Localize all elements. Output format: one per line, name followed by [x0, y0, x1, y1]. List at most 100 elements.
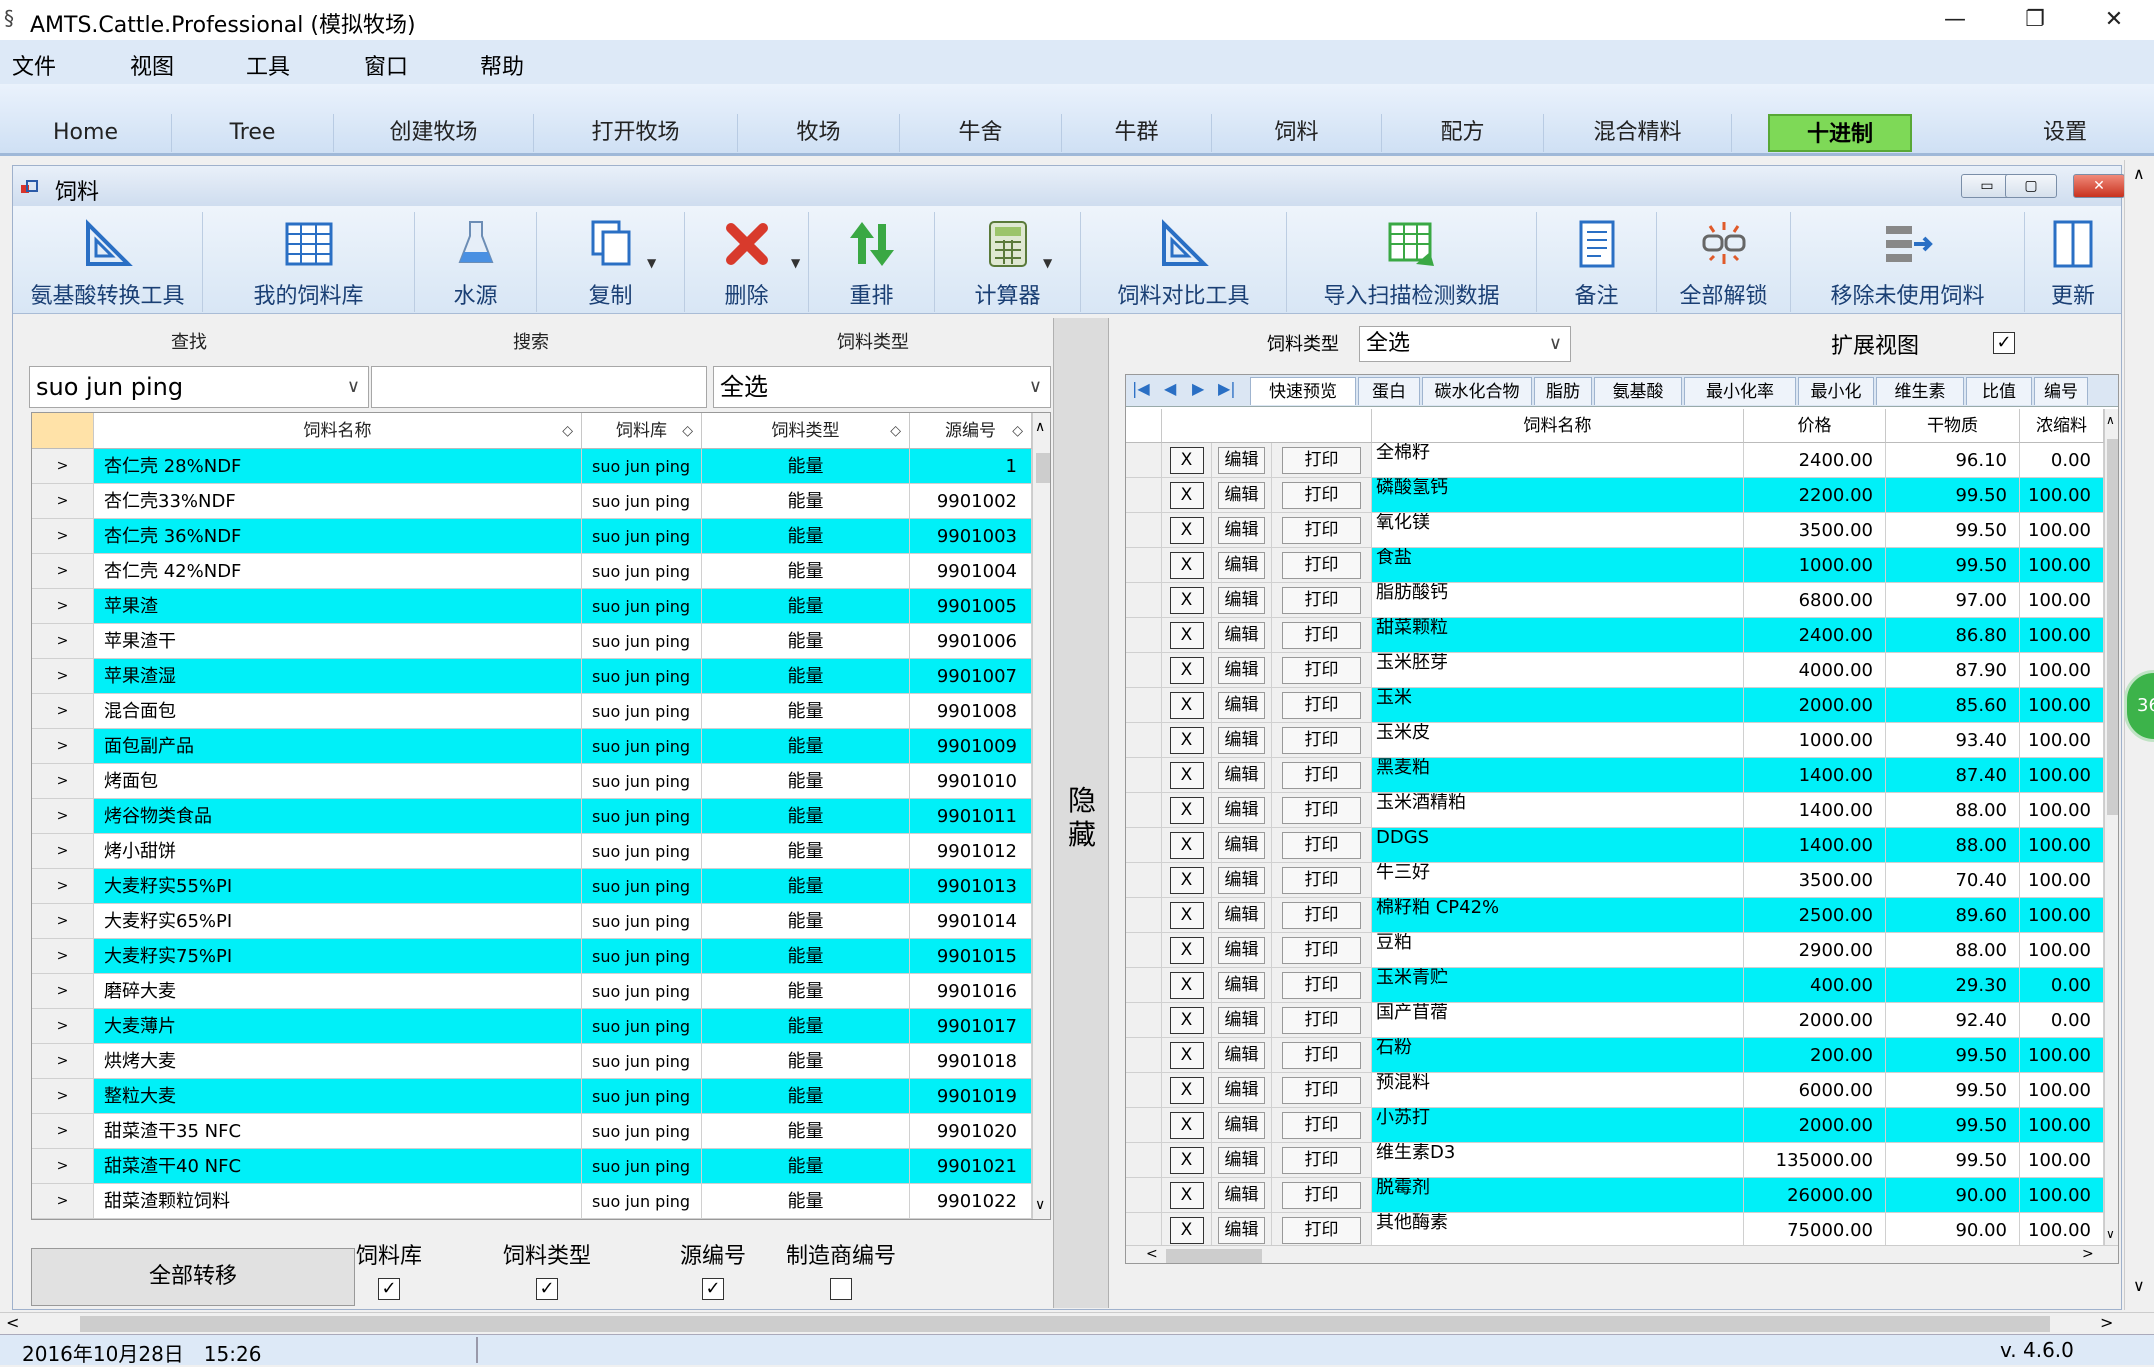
extended-view-checkbox[interactable]: ✓ [1993, 332, 2015, 354]
row-expand-button[interactable]: > [32, 659, 94, 694]
print-button[interactable]: 打印 [1272, 1108, 1372, 1143]
remove-row-button[interactable]: X [1162, 548, 1212, 583]
option-checkbox[interactable]: ✓ [536, 1278, 558, 1300]
right-grid-vscroll[interactable]: ∧ ∨ [2104, 409, 2118, 1245]
row-expand-button[interactable]: > [32, 519, 94, 554]
print-button[interactable]: 打印 [1272, 828, 1372, 863]
remove-row-button[interactable]: X [1162, 898, 1212, 933]
nav-tab-home[interactable]: Home [0, 114, 172, 152]
row-expand-button[interactable]: > [32, 729, 94, 764]
col-header-library[interactable]: 饲料库 ◇ [582, 413, 702, 449]
row-expand-button[interactable]: > [32, 974, 94, 1009]
remove-unused-feed-button[interactable]: 移除未使用饲料 [1791, 212, 2025, 312]
remove-row-button[interactable]: X [1162, 1073, 1212, 1108]
search-input[interactable] [371, 366, 707, 408]
row-expand-button[interactable]: > [32, 764, 94, 799]
nav-tab-tree[interactable]: Tree [172, 114, 334, 152]
col-header-feed-name[interactable]: 饲料名称 ◇ [94, 413, 582, 449]
edit-button[interactable]: 编辑 [1212, 898, 1272, 933]
table-row[interactable]: X 编辑 打印 预混料 6000.00 99.50 100.00 [1126, 1073, 2104, 1108]
remove-row-button[interactable]: X [1162, 1003, 1212, 1038]
table-row[interactable]: X 编辑 打印 维生素D3 135000.00 99.50 100.00 [1126, 1143, 2104, 1178]
scroll-thumb[interactable] [1036, 453, 1050, 483]
print-button[interactable]: 打印 [1272, 1073, 1372, 1108]
nav-prev-icon[interactable]: ◀ [1164, 379, 1176, 398]
find-combo[interactable]: suo jun ping ∨ [29, 366, 369, 408]
remove-row-button[interactable]: X [1162, 1213, 1212, 1248]
remove-row-button[interactable]: X [1162, 1143, 1212, 1178]
print-button[interactable]: 打印 [1272, 1178, 1372, 1213]
remove-row-button[interactable]: X [1162, 583, 1212, 618]
edit-button[interactable]: 编辑 [1212, 758, 1272, 793]
print-button[interactable]: 打印 [1272, 1213, 1372, 1248]
table-row[interactable]: X 编辑 打印 食盐 1000.00 99.50 100.00 [1126, 548, 2104, 583]
grid-tab[interactable]: 维生素 [1876, 377, 1964, 405]
child-restore-button[interactable]: ▢ [2005, 174, 2057, 198]
col-header-price[interactable]: 价格 [1744, 409, 1886, 443]
row-expand-button[interactable]: > [32, 1149, 94, 1184]
nav-tab-open-farm[interactable]: 打开牧场 [534, 114, 738, 152]
table-row[interactable]: X 编辑 打印 玉米 2000.00 85.60 100.00 [1126, 688, 2104, 723]
row-expand-button[interactable]: > [32, 554, 94, 589]
remove-row-button[interactable]: X [1162, 513, 1212, 548]
row-expand-button[interactable]: > [32, 1009, 94, 1044]
grid-tab[interactable]: 编号 [2034, 377, 2088, 405]
row-expand-button[interactable]: > [32, 694, 94, 729]
print-button[interactable]: 打印 [1272, 583, 1372, 618]
option-checkbox[interactable]: ✓ [378, 1278, 400, 1300]
table-row[interactable]: > 杏仁壳 36%NDF suo jun ping 能量 9901003 [32, 519, 1032, 554]
edit-button[interactable]: 编辑 [1212, 1178, 1272, 1213]
table-row[interactable]: > 甜菜渣干35 NFC suo jun ping 能量 9901020 [32, 1114, 1032, 1149]
transfer-all-button[interactable]: 全部转移 [31, 1248, 355, 1306]
nav-tab-formula[interactable]: 配方 [1382, 114, 1544, 152]
table-row[interactable]: > 大麦薄片 suo jun ping 能量 9901017 [32, 1009, 1032, 1044]
table-row[interactable]: X 编辑 打印 豆粕 2900.00 88.00 100.00 [1126, 933, 2104, 968]
remove-row-button[interactable]: X [1162, 653, 1212, 688]
option-checkbox[interactable]: ✓ [702, 1278, 724, 1300]
row-expand-button[interactable]: > [32, 904, 94, 939]
remove-row-button[interactable]: X [1162, 968, 1212, 1003]
child-close-button[interactable]: ✕ [2073, 174, 2125, 198]
edit-button[interactable]: 编辑 [1212, 933, 1272, 968]
grid-tab[interactable]: 最小化率 [1684, 377, 1796, 405]
calculator-dropdown-icon[interactable]: ▼ [1043, 256, 1052, 270]
row-expand-button[interactable]: > [32, 939, 94, 974]
table-row[interactable]: X 编辑 打印 甜菜颗粒 2400.00 86.80 100.00 [1126, 618, 2104, 653]
table-row[interactable]: > 杏仁壳 42%NDF suo jun ping 能量 9901004 [32, 554, 1032, 589]
nav-tab-farm[interactable]: 牧场 [738, 114, 900, 152]
table-row[interactable]: X 编辑 打印 脱霉剂 26000.00 90.00 100.00 [1126, 1178, 2104, 1213]
print-button[interactable]: 打印 [1272, 513, 1372, 548]
table-row[interactable]: X 编辑 打印 国产苜蓿 2000.00 92.40 0.00 [1126, 1003, 2104, 1038]
minimize-button[interactable]: — [1925, 0, 1985, 40]
delete-button[interactable]: 删除 ▼ [685, 212, 809, 312]
table-row[interactable]: X 编辑 打印 黑麦粕 1400.00 87.40 100.00 [1126, 758, 2104, 793]
table-row[interactable]: > 磨碎大麦 suo jun ping 能量 9901016 [32, 974, 1032, 1009]
window-hscroll[interactable]: < > [0, 1312, 2154, 1334]
row-expand-button[interactable]: > [32, 1114, 94, 1149]
nav-next-icon[interactable]: ▶ [1192, 379, 1204, 398]
table-row[interactable]: > 杏仁壳 28%NDF suo jun ping 能量 1 [32, 449, 1032, 484]
copy-dropdown-icon[interactable]: ▼ [647, 256, 656, 270]
right-type-combo[interactable]: 全选 ∨ [1359, 326, 1571, 362]
water-source-button[interactable]: 水源 [415, 212, 537, 312]
close-button[interactable]: ✕ [2084, 0, 2144, 40]
table-row[interactable]: > 烤谷物类食品 suo jun ping 能量 9901011 [32, 799, 1032, 834]
copy-button[interactable]: 复制 ▼ [537, 212, 685, 312]
grid-tab[interactable]: 蛋白 [1358, 377, 1420, 405]
grid-tab[interactable]: 脂肪 [1534, 377, 1592, 405]
edit-button[interactable]: 编辑 [1212, 1213, 1272, 1248]
edit-button[interactable]: 编辑 [1212, 1038, 1272, 1073]
table-row[interactable]: > 整粒大麦 suo jun ping 能量 9901019 [32, 1079, 1032, 1114]
menu-tools[interactable]: 工具 [246, 49, 290, 81]
print-button[interactable]: 打印 [1272, 723, 1372, 758]
table-row[interactable]: > 混合面包 suo jun ping 能量 9901008 [32, 694, 1032, 729]
table-row[interactable]: X 编辑 打印 磷酸氢钙 2200.00 99.50 100.00 [1126, 478, 2104, 513]
remove-row-button[interactable]: X [1162, 723, 1212, 758]
grid-tab[interactable]: 最小化 [1798, 377, 1874, 405]
feed-type-combo[interactable]: 全选 ∨ [713, 366, 1051, 408]
table-row[interactable]: > 烤面包 suo jun ping 能量 9901010 [32, 764, 1032, 799]
edit-button[interactable]: 编辑 [1212, 513, 1272, 548]
table-row[interactable]: X 编辑 打印 牛三好 3500.00 70.40 100.00 [1126, 863, 2104, 898]
table-row[interactable]: X 编辑 打印 全棉籽 2400.00 96.10 0.00 [1126, 443, 2104, 478]
remove-row-button[interactable]: X [1162, 1178, 1212, 1213]
